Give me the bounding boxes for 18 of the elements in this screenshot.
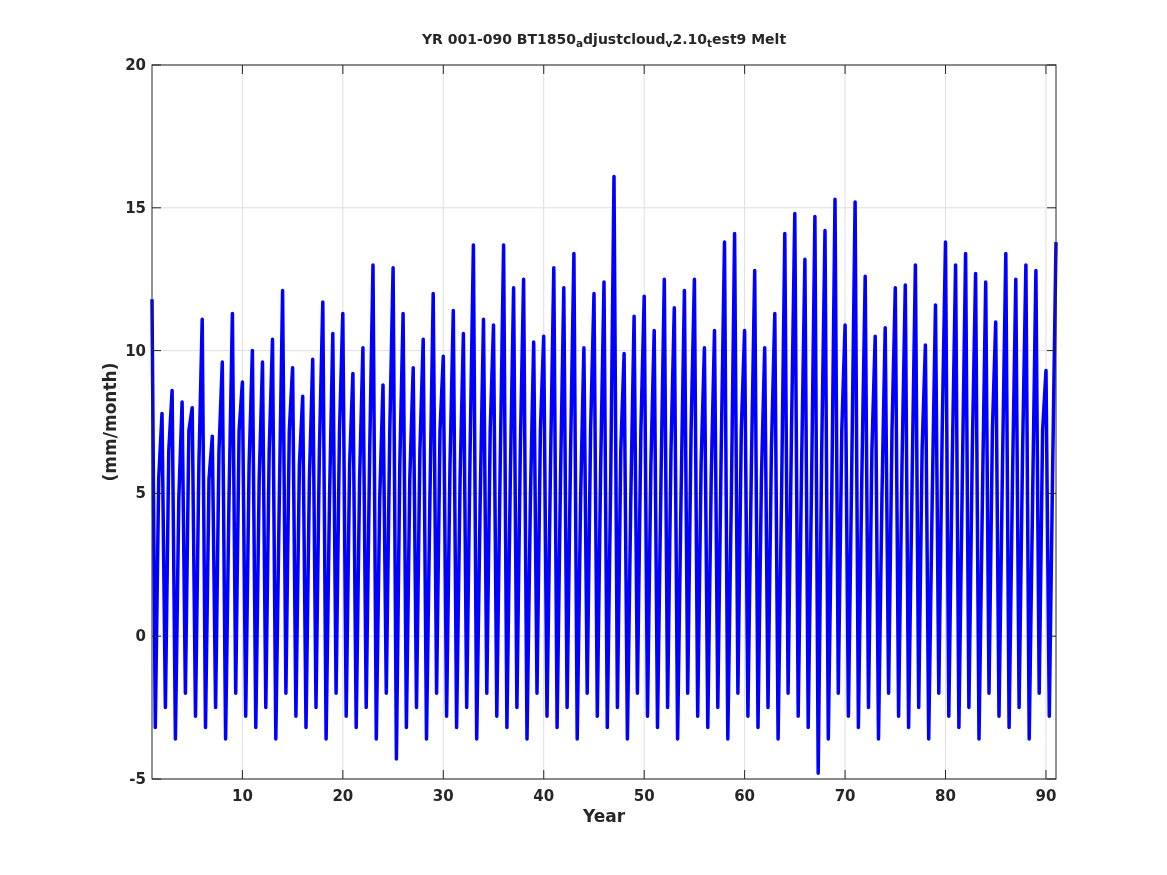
x-tick-label: 20	[332, 787, 354, 805]
x-axis-label: Year	[582, 806, 626, 826]
y-tick-label: 15	[125, 198, 146, 217]
y-tick-label: 5	[135, 484, 146, 503]
y-tick-label: 0	[135, 627, 146, 646]
x-tick-label: 30	[432, 787, 454, 805]
y-axis-label: (mm/month)	[100, 362, 120, 482]
x-tick-label: 50	[633, 787, 655, 805]
x-tick-label: 60	[734, 787, 756, 805]
x-tick-label: 70	[834, 787, 856, 805]
x-tick-label: 90	[1035, 787, 1057, 805]
y-tick-label: 10	[125, 341, 146, 360]
y-tick-label: -5	[129, 770, 146, 788]
x-tick-label: 80	[935, 787, 956, 805]
y-tick-label: 20	[125, 56, 146, 74]
x-tick-label: 40	[533, 787, 555, 805]
chart-title: YR 001-090 BT1850$_{a}$djustcloud$_{v}$2.10$_{t}$est9 Melt	[420, 30, 788, 51]
x-tick-label: 10	[231, 787, 253, 805]
